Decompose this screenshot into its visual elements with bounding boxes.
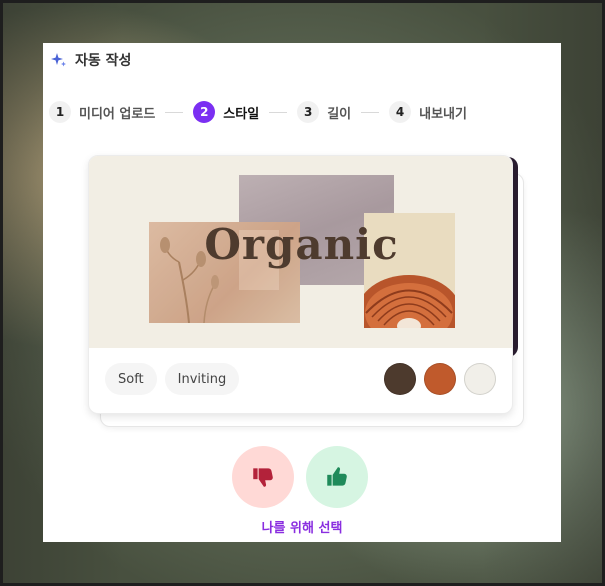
pick-for-me-link[interactable]: 나를 위해 선택 <box>43 517 561 536</box>
color-swatch <box>424 363 456 395</box>
step-number: 2 <box>193 101 216 123</box>
sparkle-icon <box>51 53 66 67</box>
style-name: Organic <box>204 220 399 269</box>
feedback-buttons <box>232 446 368 508</box>
thumbs-up-icon <box>327 467 347 486</box>
step-number: 1 <box>49 101 71 123</box>
style-tags: Soft Inviting <box>105 363 240 395</box>
step-label: 미디어 업로드 <box>79 106 156 122</box>
like-button[interactable] <box>306 446 368 508</box>
color-swatch <box>464 363 496 395</box>
step-export[interactable]: 4 내보내기 <box>389 101 467 123</box>
step-divider <box>165 111 184 113</box>
step-length[interactable]: 3 길이 <box>297 101 351 123</box>
style-preview: Organic <box>89 156 512 348</box>
panel-header: 자동 작성 <box>51 49 131 71</box>
step-divider <box>269 111 288 113</box>
color-swatch <box>384 363 416 395</box>
step-number: 3 <box>297 101 320 123</box>
panel-title: 자동 작성 <box>75 53 132 69</box>
style-card-stack: Organic Soft Inviting <box>88 155 524 427</box>
step-label: 스타일 <box>223 106 260 122</box>
style-tag: Soft <box>105 363 157 395</box>
step-divider <box>361 111 380 113</box>
step-label: 내보내기 <box>419 106 467 122</box>
step-number: 4 <box>389 101 412 123</box>
style-tag: Inviting <box>164 363 240 395</box>
dislike-button[interactable] <box>232 446 294 508</box>
step-style[interactable]: 2 스타일 <box>193 101 259 123</box>
thumbs-down-icon <box>253 468 273 487</box>
step-label: 길이 <box>327 106 352 122</box>
stepper: 1 미디어 업로드 2 스타일 3 길이 4 내보내기 <box>49 101 467 123</box>
auto-create-panel: 자동 작성 1 미디어 업로드 2 스타일 3 길이 4 내보내기 Organi… <box>43 43 561 542</box>
style-card[interactable]: Organic Soft Inviting <box>88 155 513 414</box>
step-media-upload[interactable]: 1 미디어 업로드 <box>49 101 155 123</box>
color-palette <box>384 363 496 395</box>
